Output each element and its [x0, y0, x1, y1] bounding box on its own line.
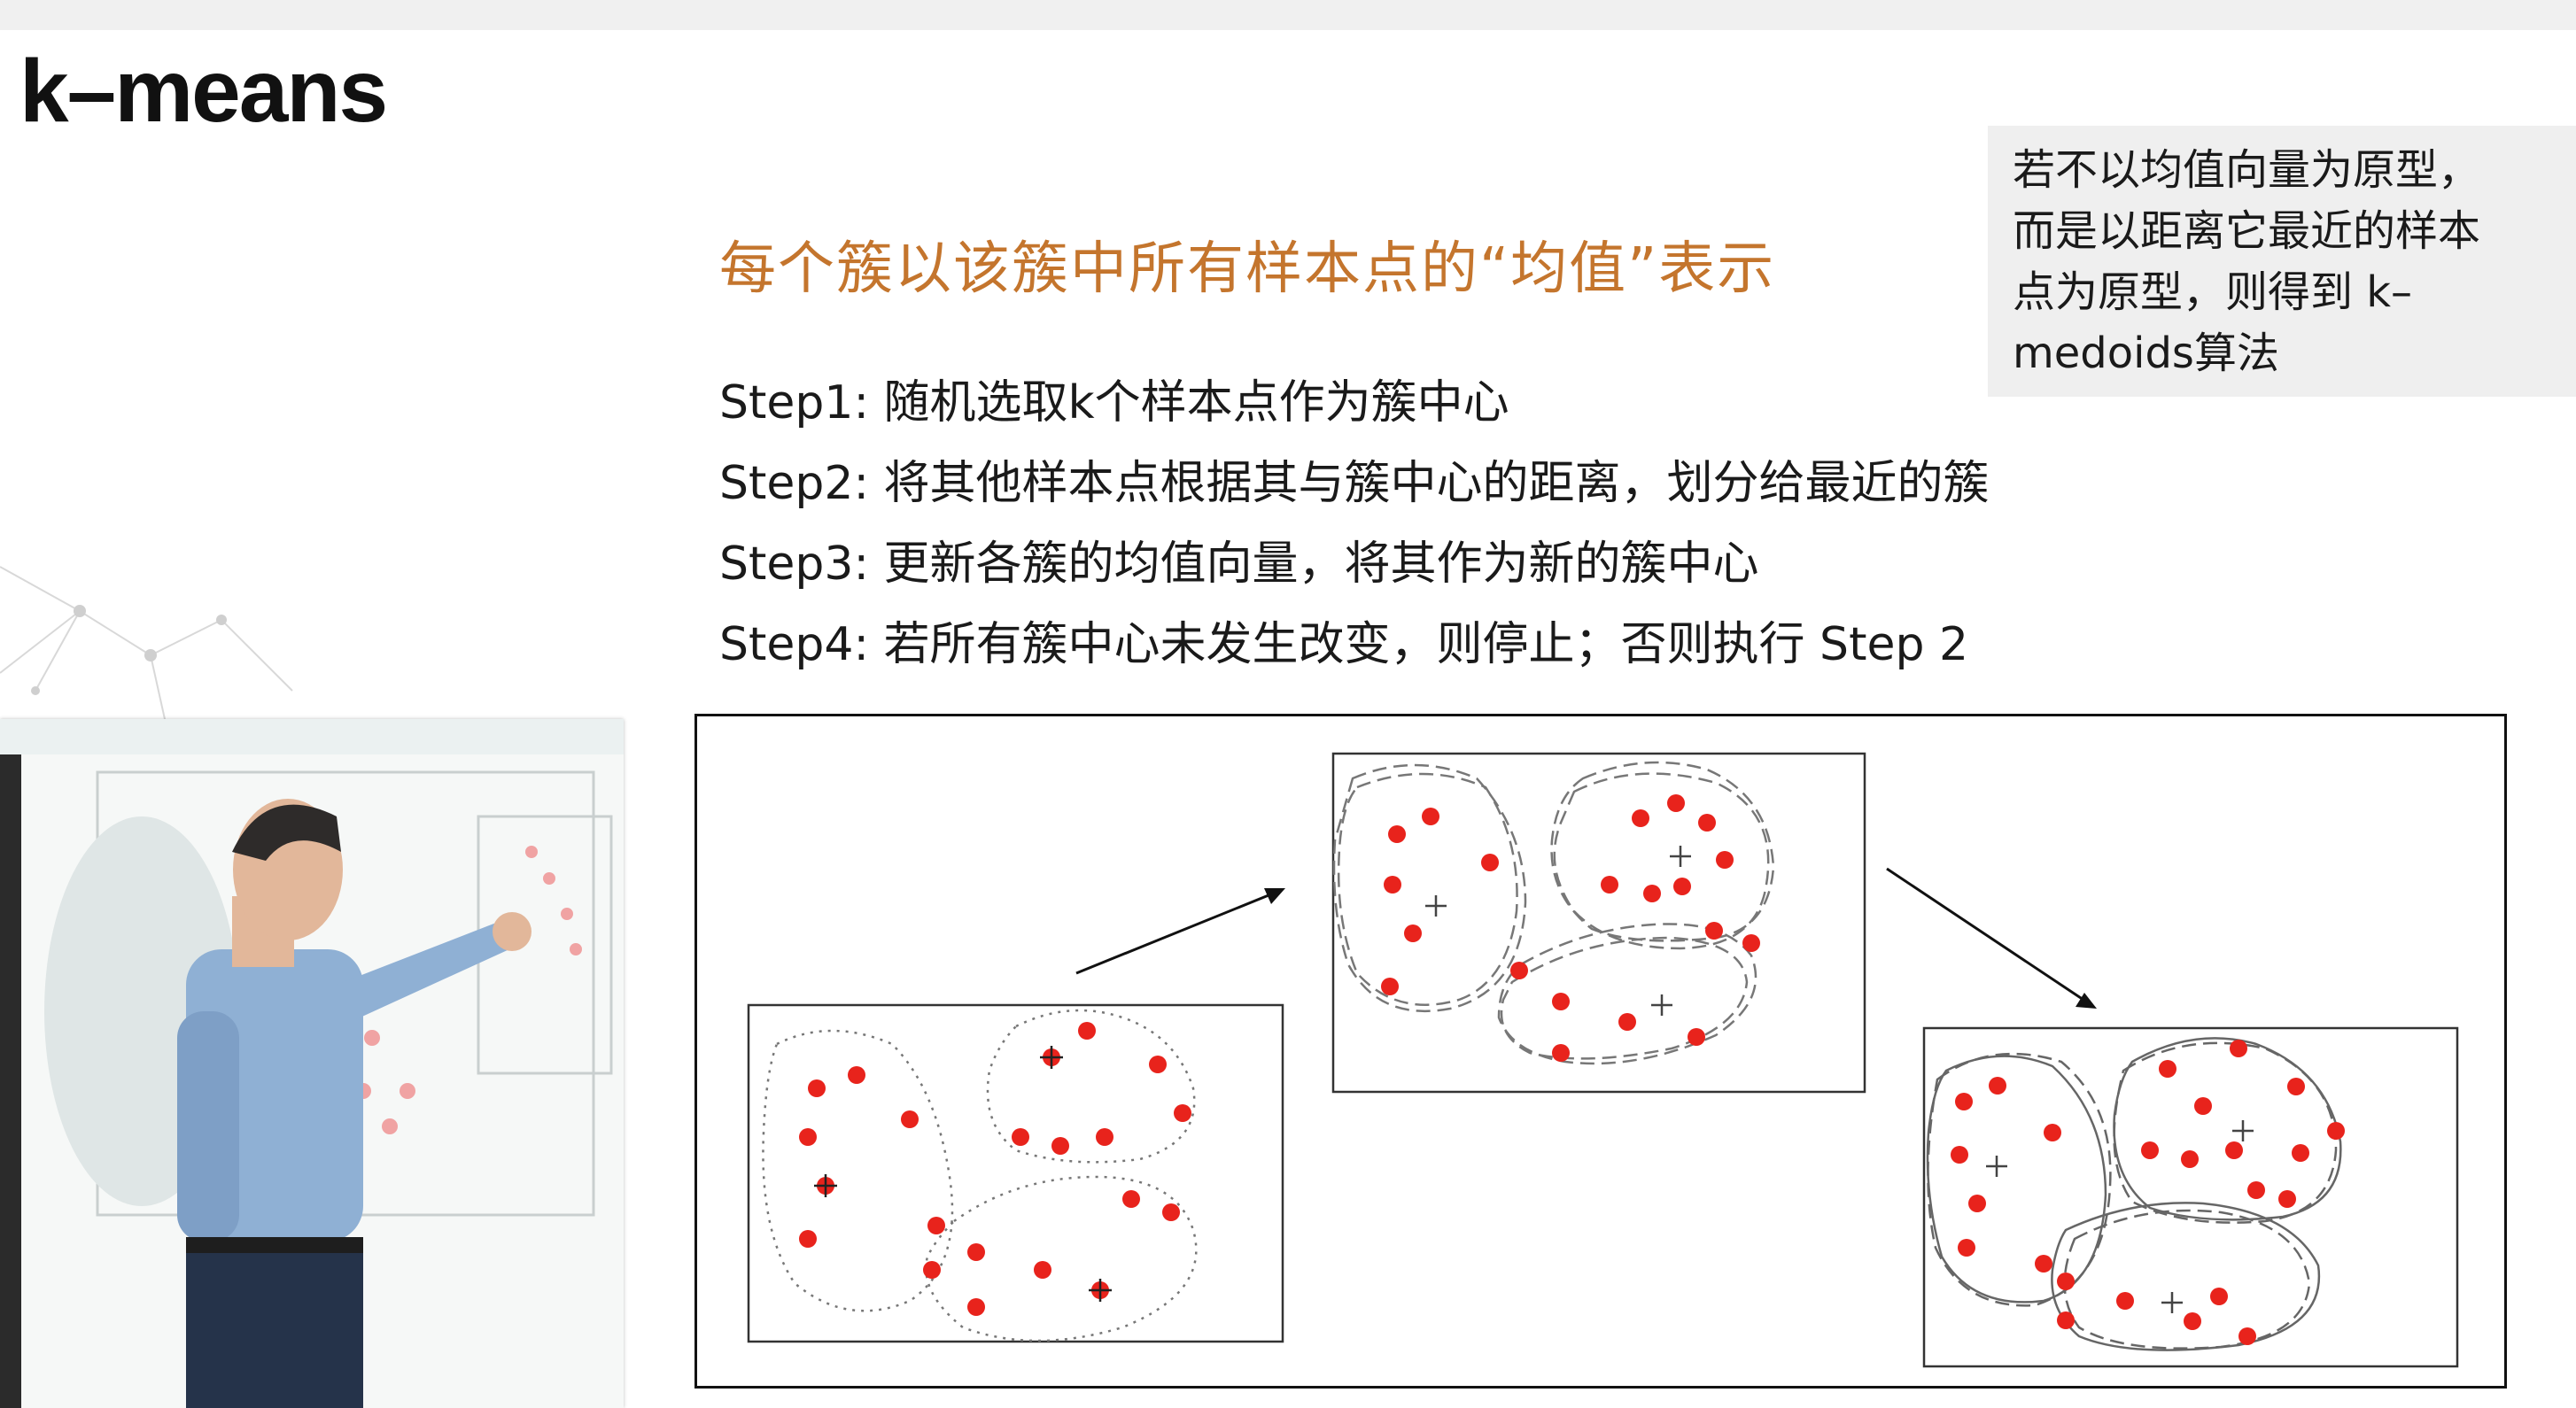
note-line: 若不以均值向量为原型， — [2013, 145, 2481, 195]
note-line: 而是以距离它最近的样本 — [2013, 206, 2481, 256]
lecturer-video — [0, 719, 624, 1408]
plus-center-icon — [1986, 1120, 2254, 1313]
arrow-right-icon — [1886, 867, 2097, 1009]
note-line: medoids算法 — [2013, 329, 2279, 378]
slide-subtitle: 每个簇以该簇中所有样本点的“均值”表示 — [719, 236, 1776, 302]
step-list: Step1: 随机选取k个样本点作为簇中心 Step2: 将其他样本点根据其与簇… — [719, 363, 1990, 685]
lecturer-video-image — [0, 719, 624, 1408]
clustering-panel-converged — [1922, 1026, 2459, 1368]
plus-center-icon — [814, 1046, 1112, 1302]
top-bar — [0, 0, 2576, 30]
kmeans-diagram-svg — [747, 752, 2459, 1368]
clustering-panel-initial — [747, 1003, 1284, 1343]
step-item: Step1: 随机选取k个样本点作为簇中心 — [719, 376, 1509, 429]
plus-center-icon — [1425, 846, 1691, 1016]
slide-title: k–means — [19, 42, 388, 141]
step-item: Step3: 更新各簇的均值向量，将其作为新的簇中心 — [719, 538, 1759, 591]
step-item: Step4: 若所有簇中心未发生改变，则停止；否则执行 Step 2 — [719, 618, 1969, 671]
arrow-right-icon — [1075, 888, 1285, 975]
kmeans-diagram — [694, 714, 2507, 1389]
medoids-note: 若不以均值向量为原型， 而是以距离它最近的样本 点为原型，则得到 k– medo… — [1988, 126, 2576, 397]
note-line: 点为原型，则得到 k– — [2013, 267, 2413, 317]
clustering-panel-iteration — [1331, 752, 1866, 1094]
network-decoration — [0, 566, 293, 736]
step-item: Step2: 将其他样本点根据其与簇中心的距离，划分给最近的簇 — [719, 457, 1990, 510]
